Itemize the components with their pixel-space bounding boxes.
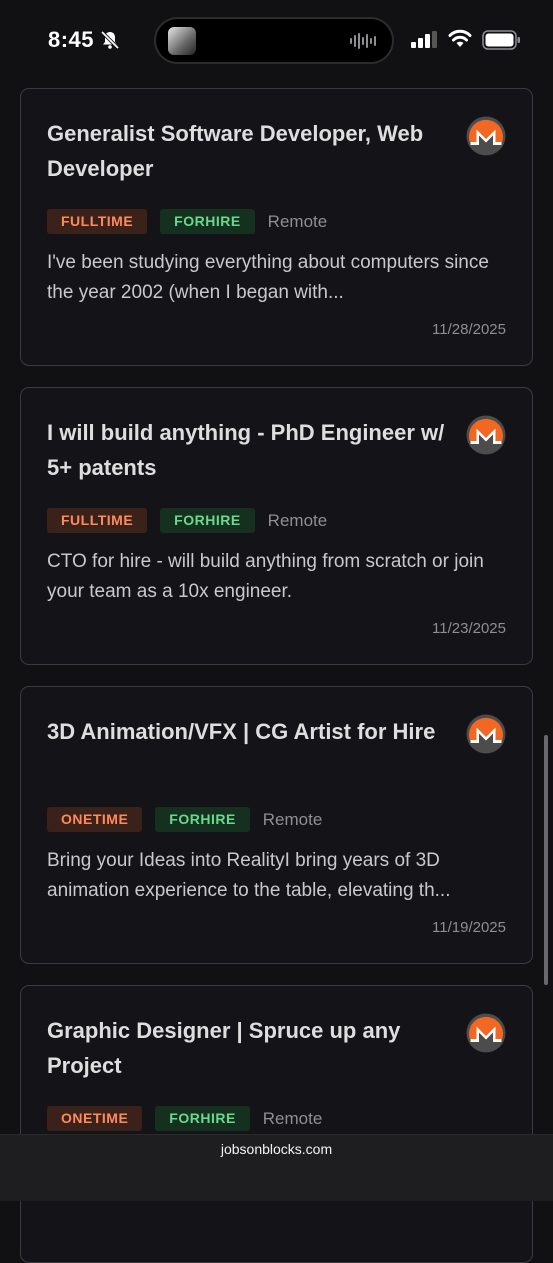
listing-description: Bring your Ideas into RealityI bring yea… xyxy=(47,850,451,901)
monero-icon xyxy=(466,714,506,754)
listing-date: 11/23/2025 xyxy=(432,620,506,637)
job-listing-card[interactable]: Graphic Designer | Spruce up any Project… xyxy=(20,985,533,1263)
url-text[interactable]: jobsonblocks.com xyxy=(0,1141,553,1157)
scrollbar[interactable] xyxy=(544,735,548,985)
audio-waveform-icon xyxy=(350,33,376,49)
location-label: Remote xyxy=(262,809,323,829)
job-type-tag: ONETIME xyxy=(47,807,143,832)
hire-status-tag: FORHIRE xyxy=(160,209,255,234)
monero-icon xyxy=(466,116,506,156)
listing-title[interactable]: 3D Animation/VFX | CG Artist for Hire xyxy=(47,714,447,749)
listing-title[interactable]: I will build anything - PhD Engineer w/ … xyxy=(47,415,447,485)
job-listing-card[interactable]: Generalist Software Developer, Web Devel… xyxy=(20,88,533,366)
monero-icon xyxy=(466,1013,506,1053)
job-type-tag: ONETIME xyxy=(47,1106,143,1131)
hire-status-tag: FORHIRE xyxy=(160,508,255,533)
listing-title[interactable]: Generalist Software Developer, Web Devel… xyxy=(47,116,447,186)
hire-status-tag: FORHIRE xyxy=(155,807,250,832)
listing-title[interactable]: Graphic Designer | Spruce up any Project xyxy=(47,1013,447,1083)
tag-row: ONETIME FORHIRE Remote xyxy=(47,807,322,832)
listing-description: CTO for hire - will build anything from … xyxy=(47,551,484,602)
now-playing-thumbnail xyxy=(168,27,196,55)
dynamic-island[interactable] xyxy=(154,17,394,64)
listing-description: I've been studying everything about comp… xyxy=(47,252,489,303)
location-label: Remote xyxy=(267,510,328,530)
job-listing-card[interactable]: 3D Animation/VFX | CG Artist for Hire ON… xyxy=(20,686,533,964)
browser-url-bar[interactable]: jobsonblocks.com xyxy=(0,1134,553,1201)
wifi-icon xyxy=(448,29,472,47)
tag-row: FULLTIME FORHIRE Remote xyxy=(47,209,327,234)
location-label: Remote xyxy=(267,211,328,231)
status-time: 8:45 xyxy=(48,27,95,52)
job-type-tag: FULLTIME xyxy=(47,209,148,234)
bell-muted-icon xyxy=(100,30,120,50)
monero-icon xyxy=(466,415,506,455)
status-bar: 8:45 xyxy=(0,0,553,80)
listing-date: 11/28/2025 xyxy=(432,321,506,338)
cellular-signal-icon xyxy=(411,31,437,48)
hire-status-tag: FORHIRE xyxy=(155,1106,250,1131)
tag-row: ONETIME FORHIRE Remote xyxy=(47,1106,322,1131)
tag-row: FULLTIME FORHIRE Remote xyxy=(47,508,327,533)
job-listing-card[interactable]: I will build anything - PhD Engineer w/ … xyxy=(20,387,533,665)
location-label: Remote xyxy=(262,1108,323,1128)
battery-icon xyxy=(482,30,520,50)
listing-date: 11/19/2025 xyxy=(432,919,506,936)
job-type-tag: FULLTIME xyxy=(47,508,148,533)
